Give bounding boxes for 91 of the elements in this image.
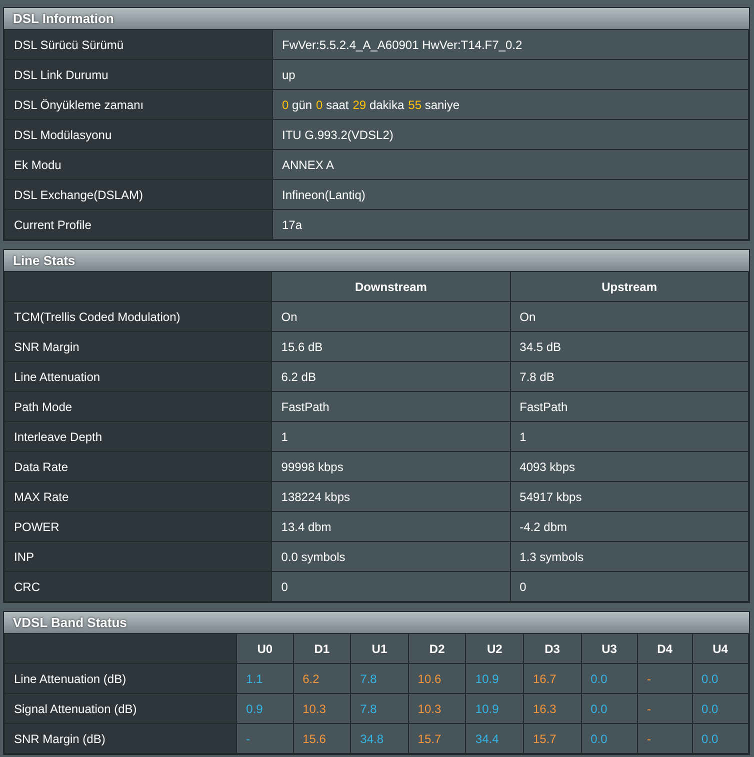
column-header: Upstream	[510, 272, 748, 302]
table-cell: FastPath	[272, 392, 510, 422]
table-cell: 0.0	[590, 702, 608, 716]
table-cell: 13.4 dbm	[272, 512, 510, 542]
section-title: VDSL Band Status	[4, 612, 749, 633]
table-cell: 0.0	[590, 732, 608, 746]
table-cell: 15.6	[302, 732, 326, 746]
table-cell: 0.0	[590, 672, 608, 686]
table-cell: 99998 kbps	[272, 452, 510, 482]
row-value: ANNEX A	[272, 150, 748, 180]
table-cell: 0	[272, 572, 510, 602]
row-label: DSL Exchange(DSLAM)	[4, 180, 272, 210]
table-cell: 16.3	[533, 702, 556, 716]
table-cell: 0.0	[702, 672, 718, 686]
table-cell: On	[272, 302, 510, 332]
table-cell: 6.2	[302, 672, 320, 686]
row-label: Current Profile	[4, 210, 272, 240]
row-label: CRC	[4, 572, 272, 602]
row-label: Path Mode	[4, 392, 272, 422]
table-cell: 0	[510, 572, 748, 602]
row-label: MAX Rate	[4, 482, 272, 512]
table-cell: 7.8	[360, 672, 377, 686]
table-cell: 34.4	[475, 732, 499, 746]
table-cell: -	[647, 702, 651, 716]
row-label: SNR Margin	[4, 332, 272, 362]
table-cell: 15.7	[418, 732, 442, 746]
uptime-text: 55 saniye	[408, 98, 460, 112]
table-cell: 10.6	[418, 672, 442, 686]
table-cell: 0.0	[702, 732, 718, 746]
row-label: DSL Modülasyonu	[4, 120, 272, 150]
table-cell: 15.7	[533, 732, 556, 746]
section-title: DSL Information	[4, 8, 749, 29]
row-label: Line Attenuation	[4, 362, 272, 392]
table-cell: 10.9	[475, 672, 499, 686]
row-label: SNR Margin (dB)	[4, 724, 237, 754]
row-label: DSL Sürücü Sürümü	[4, 30, 272, 60]
row-label: INP	[4, 542, 272, 572]
table-cell: 10.9	[475, 702, 499, 716]
table-cell: 16.7	[533, 672, 556, 686]
table-cell: 0.0	[702, 702, 718, 716]
table-cell: 1.1	[246, 672, 263, 686]
row-label: Interleave Depth	[4, 422, 272, 452]
table-cell: 10.3	[418, 702, 442, 716]
row-label: DSL Link Durumu	[4, 60, 272, 90]
row-label: Ek Modu	[4, 150, 272, 180]
table-cell: -	[647, 672, 651, 686]
table-cell: 1	[510, 422, 748, 452]
uptime-text: 29 dakika	[352, 98, 404, 112]
table-cell: 15.6 dB	[272, 332, 510, 362]
table-cell: 6.2 dB	[272, 362, 510, 392]
table-cell: 138224 kbps	[272, 482, 510, 512]
table-cell: -	[246, 732, 250, 746]
column-header: D1	[293, 634, 351, 664]
table-cell: On	[510, 302, 748, 332]
table-cell: 7.8 dB	[510, 362, 748, 392]
row-label: Data Rate	[4, 452, 272, 482]
uptime-text: 0 saat	[316, 98, 349, 112]
table-cell: 0.0 symbols	[272, 542, 510, 572]
row-value: 17a	[272, 210, 748, 240]
table-cell: 0.9	[246, 702, 263, 716]
row-label: Line Attenuation (dB)	[4, 664, 237, 694]
row-value: up	[272, 60, 748, 90]
column-header: U0	[236, 634, 294, 664]
column-header: D3	[524, 634, 582, 664]
table-cell: 7.8	[360, 702, 377, 716]
table-cell: -	[647, 732, 651, 746]
column-header: Downstream	[272, 272, 510, 302]
row-label: Signal Attenuation (dB)	[4, 694, 237, 724]
table-cell: 1.3 symbols	[510, 542, 748, 572]
section-title: Line Stats	[4, 250, 749, 271]
column-header: U4	[692, 634, 748, 664]
table-cell: FastPath	[510, 392, 748, 422]
row-value: FwVer:5.5.2.4_A_A60901 HwVer:T14.F7_0.2	[272, 30, 748, 60]
table-cell: 10.3	[302, 702, 326, 716]
row-label: POWER	[4, 512, 272, 542]
table-cell: 1	[272, 422, 510, 452]
table-cell: 4093 kbps	[510, 452, 748, 482]
row-value: Infineon(Lantiq)	[272, 180, 748, 210]
table-cell: 34.5 dB	[510, 332, 748, 362]
uptime-text: 0 gün	[282, 98, 312, 112]
column-header: U1	[350, 634, 408, 664]
column-header: D2	[408, 634, 466, 664]
table-cell: -4.2 dbm	[510, 512, 748, 542]
row-value: ITU G.993.2(VDSL2)	[272, 120, 748, 150]
table-cell: 54917 kbps	[510, 482, 748, 512]
column-header: U2	[466, 634, 524, 664]
column-header: U3	[581, 634, 638, 664]
row-label: DSL Önyükleme zamanı	[4, 90, 272, 120]
row-label: TCM(Trellis Coded Modulation)	[4, 302, 272, 332]
table-cell: 34.8	[360, 732, 384, 746]
column-header: D4	[638, 634, 692, 664]
